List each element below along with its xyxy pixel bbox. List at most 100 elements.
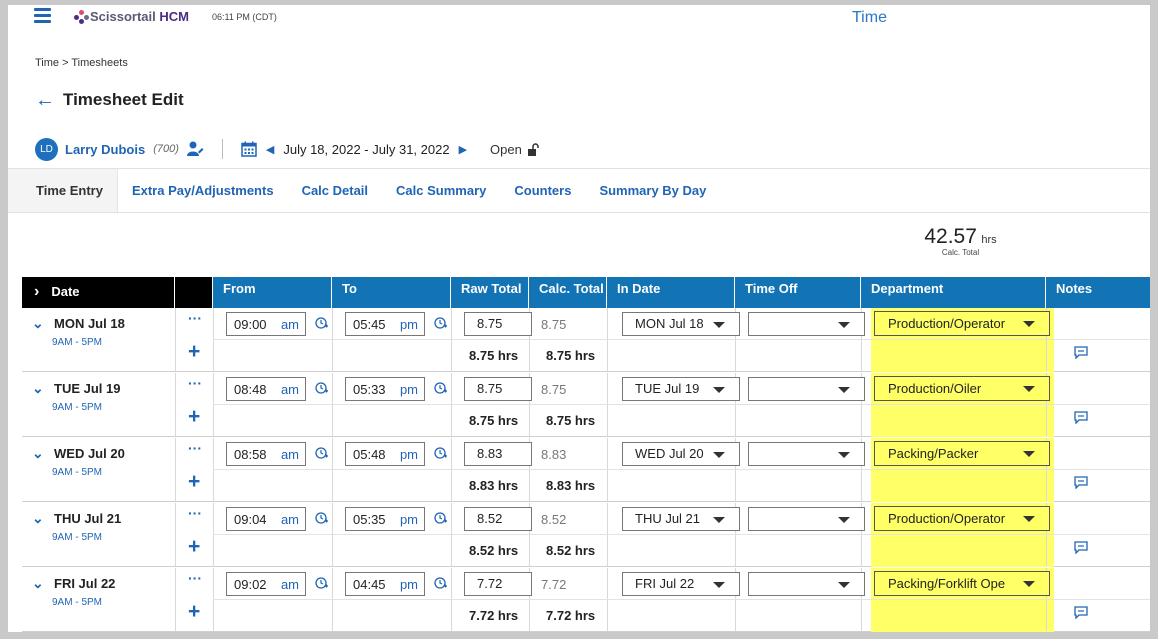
in-date-value: THU Jul 21 (635, 511, 701, 526)
calc-total-value: 8.83 (541, 447, 567, 462)
tab-time-entry[interactable]: Time Entry (8, 169, 118, 212)
from-time-input[interactable]: 09:00 am (226, 312, 306, 336)
to-ampm-toggle[interactable]: pm (400, 447, 418, 462)
add-entry-icon[interactable]: + (188, 536, 200, 558)
clock-icon[interactable] (434, 576, 448, 590)
note-icon[interactable] (1074, 606, 1088, 620)
add-entry-icon[interactable]: + (188, 471, 200, 493)
tab-extra-pay[interactable]: Extra Pay/Adjustments (118, 169, 288, 212)
raw-total-input[interactable]: 8.52 (464, 507, 532, 531)
menu-icon[interactable] (34, 8, 51, 24)
to-ampm-toggle[interactable]: pm (400, 512, 418, 527)
tab-counters[interactable]: Counters (500, 169, 585, 212)
from-ampm-toggle[interactable]: am (281, 382, 299, 397)
caret-down-icon (713, 582, 725, 588)
to-ampm-toggle[interactable]: pm (400, 382, 418, 397)
employee-settings-icon[interactable] (186, 140, 204, 158)
department-select[interactable]: Production/Operator (874, 311, 1050, 336)
in-date-select[interactable]: TUE Jul 19 (622, 377, 740, 401)
shift-link[interactable]: 9AM - 5PM (52, 597, 102, 608)
from-ampm-toggle[interactable]: am (281, 317, 299, 332)
time-off-select[interactable] (748, 312, 865, 336)
chevron-down-icon[interactable]: ⌄ (32, 315, 44, 332)
more-options-icon[interactable]: ··· (188, 375, 202, 391)
clock-icon[interactable] (434, 446, 448, 460)
chevron-down-icon[interactable]: ⌄ (32, 445, 44, 462)
to-time-input[interactable]: 05:48 pm (345, 442, 425, 466)
from-time-input[interactable]: 09:02 am (226, 572, 306, 596)
to-ampm-toggle[interactable]: pm (400, 317, 418, 332)
clock-icon[interactable] (434, 511, 448, 525)
from-ampm-toggle[interactable]: am (281, 447, 299, 462)
add-entry-icon[interactable]: + (188, 406, 200, 428)
department-select[interactable]: Production/Oiler (874, 376, 1050, 401)
to-time-value: 05:48 (353, 446, 386, 462)
note-icon[interactable] (1074, 411, 1088, 425)
to-ampm-toggle[interactable]: pm (400, 577, 418, 592)
chevron-down-icon[interactable]: ⌄ (32, 575, 44, 592)
shift-link[interactable]: 9AM - 5PM (52, 337, 102, 348)
from-time-input[interactable]: 08:58 am (226, 442, 306, 466)
prev-period-icon[interactable]: ◀ (266, 143, 274, 156)
to-time-input[interactable]: 05:45 pm (345, 312, 425, 336)
day-cell: ⌄ FRI Jul 22 (32, 575, 115, 592)
add-entry-icon[interactable]: + (188, 341, 200, 363)
clock-icon[interactable] (315, 511, 329, 525)
add-entry-icon[interactable]: + (188, 601, 200, 623)
raw-total-input[interactable]: 7.72 (464, 572, 532, 596)
raw-total-input[interactable]: 8.75 (464, 312, 532, 336)
to-time-input[interactable]: 05:33 pm (345, 377, 425, 401)
clock-icon[interactable] (434, 316, 448, 330)
department-value: Packing/Packer (888, 446, 979, 461)
tab-calc-summary[interactable]: Calc Summary (382, 169, 500, 212)
more-options-icon[interactable]: ··· (188, 505, 202, 521)
in-date-select[interactable]: MON Jul 18 (622, 312, 740, 336)
note-icon[interactable] (1074, 476, 1088, 490)
date-column-header[interactable]: › Date (22, 277, 175, 308)
time-off-select[interactable] (748, 377, 865, 401)
from-time-input[interactable]: 09:04 am (226, 507, 306, 531)
chevron-down-icon[interactable]: ⌄ (32, 380, 44, 397)
to-time-value: 05:33 (353, 381, 386, 397)
time-off-select[interactable] (748, 507, 865, 531)
department-select[interactable]: Production/Operator (874, 506, 1050, 531)
breadcrumb[interactable]: Time > Timesheets (35, 57, 128, 69)
raw-total-input[interactable]: 8.83 (464, 442, 532, 466)
clock-icon[interactable] (434, 381, 448, 395)
calc-total-summary-value: 8.52 hrs (546, 543, 596, 558)
tab-summary-by-day[interactable]: Summary By Day (585, 169, 720, 212)
shift-link[interactable]: 9AM - 5PM (52, 532, 102, 543)
department-select[interactable]: Packing/Packer (874, 441, 1050, 466)
clock-icon[interactable] (315, 381, 329, 395)
in-date-select[interactable]: WED Jul 20 (622, 442, 740, 466)
from-time-input[interactable]: 08:48 am (226, 377, 306, 401)
tab-calc-detail[interactable]: Calc Detail (288, 169, 382, 212)
raw-total-input[interactable]: 8.75 (464, 377, 532, 401)
clock-icon[interactable] (315, 316, 329, 330)
employee-name-link[interactable]: Larry Dubois (65, 142, 145, 157)
shift-link[interactable]: 9AM - 5PM (52, 467, 102, 478)
note-icon[interactable] (1074, 541, 1088, 555)
department-select[interactable]: Packing/Forklift Ope (874, 571, 1050, 596)
more-options-icon[interactable]: ··· (188, 570, 202, 586)
to-time-input[interactable]: 04:45 pm (345, 572, 425, 596)
more-options-icon[interactable]: ··· (188, 440, 202, 456)
next-period-icon[interactable]: ▶ (459, 143, 467, 156)
back-arrow-icon[interactable]: ← (35, 90, 55, 110)
chevron-down-icon[interactable]: ⌄ (32, 510, 44, 527)
clock-icon[interactable] (315, 576, 329, 590)
clock-icon[interactable] (315, 446, 329, 460)
note-icon[interactable] (1074, 346, 1088, 360)
caret-down-icon (1023, 386, 1035, 392)
calendar-icon[interactable] (241, 141, 257, 157)
in-date-select[interactable]: THU Jul 21 (622, 507, 740, 531)
to-time-input[interactable]: 05:35 pm (345, 507, 425, 531)
time-off-select[interactable] (748, 572, 865, 596)
in-date-select[interactable]: FRI Jul 22 (622, 572, 740, 596)
shift-link[interactable]: 9AM - 5PM (52, 402, 102, 413)
from-ampm-toggle[interactable]: am (281, 512, 299, 527)
from-ampm-toggle[interactable]: am (281, 577, 299, 592)
time-off-select[interactable] (748, 442, 865, 466)
more-options-icon[interactable]: ··· (188, 310, 202, 326)
expand-all-icon[interactable]: › (34, 283, 39, 300)
